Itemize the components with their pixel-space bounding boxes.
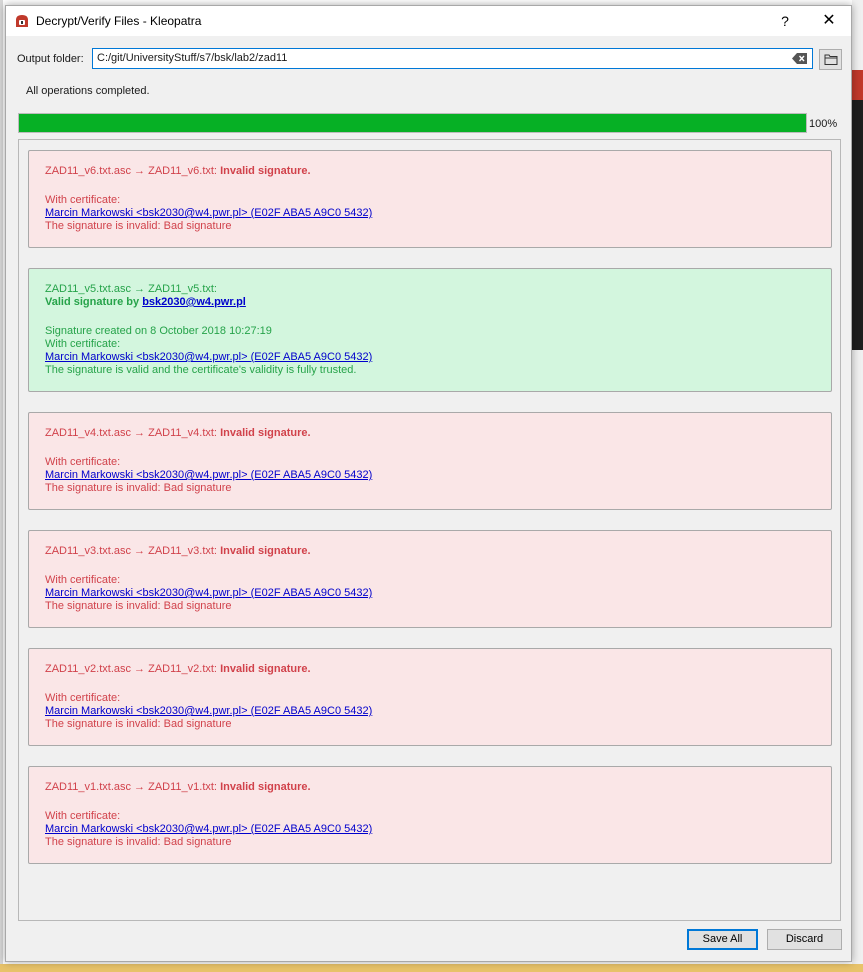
certificate-link[interactable]: Marcin Markowski <bsk2030@w4.pwr.pl> (E0… bbox=[45, 823, 372, 835]
output-folder-label: Output folder: bbox=[17, 53, 84, 65]
result-card-valid: ZAD11_v5.txt.asc → ZAD11_v5.txt: Valid s… bbox=[28, 268, 832, 392]
status-text: All operations completed. bbox=[26, 85, 150, 97]
decrypt-verify-dialog: Decrypt/Verify Files - Kleopatra ? ✕ Out… bbox=[5, 5, 852, 962]
result-headline: Invalid signature. bbox=[220, 165, 311, 177]
certificate-link[interactable]: Marcin Markowski <bsk2030@w4.pwr.pl> (E0… bbox=[45, 705, 372, 717]
window-title: Decrypt/Verify Files - Kleopatra bbox=[36, 14, 202, 28]
background-window-accent bbox=[852, 70, 863, 100]
signer-link[interactable]: bsk2030@w4.pwr.pl bbox=[142, 296, 246, 308]
background-window-left bbox=[0, 0, 3, 972]
with-certificate-label: With certificate: bbox=[45, 810, 121, 822]
certificate-link[interactable]: Marcin Markowski <bsk2030@w4.pwr.pl> (E0… bbox=[45, 469, 372, 481]
with-certificate-label: With certificate: bbox=[45, 338, 121, 350]
result-files: ZAD11_v3.txt.asc → ZAD11_v3.txt: bbox=[45, 545, 217, 557]
background-terminal bbox=[852, 100, 863, 350]
result-line: ZAD11_v4.txt.asc → ZAD11_v4.txt: Invalid… bbox=[45, 427, 815, 440]
discard-button[interactable]: Discard bbox=[767, 929, 842, 950]
title-bar[interactable]: Decrypt/Verify Files - Kleopatra ? ✕ bbox=[6, 6, 851, 36]
with-certificate-label: With certificate: bbox=[45, 692, 121, 704]
result-card-invalid: ZAD11_v1.txt.asc → ZAD11_v1.txt: Invalid… bbox=[28, 766, 832, 864]
output-folder-input[interactable]: C:/git/UniversityStuff/s7/bsk/lab2/zad11 bbox=[92, 48, 813, 69]
certificate-link[interactable]: Marcin Markowski <bsk2030@w4.pwr.pl> (E0… bbox=[45, 351, 372, 363]
result-line: ZAD11_v3.txt.asc → ZAD11_v3.txt: Invalid… bbox=[45, 545, 815, 558]
results-list[interactable]: ZAD11_v6.txt.asc → ZAD11_v6.txt: Invalid… bbox=[18, 139, 841, 921]
result-card-invalid: ZAD11_v2.txt.asc → ZAD11_v2.txt: Invalid… bbox=[28, 648, 832, 746]
result-detail: The signature is invalid: Bad signature bbox=[45, 836, 232, 848]
with-certificate-label: With certificate: bbox=[45, 574, 121, 586]
help-button[interactable]: ? bbox=[772, 9, 798, 33]
browse-folder-button[interactable] bbox=[819, 49, 842, 70]
result-card-invalid: ZAD11_v6.txt.asc → ZAD11_v6.txt: Invalid… bbox=[28, 150, 832, 248]
output-folder-value: C:/git/UniversityStuff/s7/bsk/lab2/zad11 bbox=[97, 52, 288, 64]
certificate-link[interactable]: Marcin Markowski <bsk2030@w4.pwr.pl> (E0… bbox=[45, 207, 372, 219]
kleopatra-app-icon bbox=[15, 14, 29, 28]
certificate-link[interactable]: Marcin Markowski <bsk2030@w4.pwr.pl> (E0… bbox=[45, 587, 372, 599]
result-detail: The signature is invalid: Bad signature bbox=[45, 220, 232, 232]
clear-text-icon[interactable] bbox=[792, 52, 808, 65]
result-line: ZAD11_v6.txt.asc → ZAD11_v6.txt: Invalid… bbox=[45, 165, 815, 178]
progress-bar-fill bbox=[19, 114, 806, 132]
result-files: ZAD11_v4.txt.asc → ZAD11_v4.txt: bbox=[45, 427, 217, 439]
result-headline: Invalid signature. bbox=[220, 663, 311, 675]
progress-bar bbox=[18, 113, 807, 133]
result-detail: The signature is invalid: Bad signature bbox=[45, 718, 232, 730]
result-detail: The signature is valid and the certifica… bbox=[45, 364, 357, 376]
with-certificate-label: With certificate: bbox=[45, 456, 121, 468]
result-headline: Invalid signature. bbox=[220, 427, 311, 439]
result-detail: The signature is invalid: Bad signature bbox=[45, 600, 232, 612]
result-headline-text: Valid signature by bbox=[45, 296, 140, 308]
folder-icon bbox=[824, 54, 838, 65]
result-files: ZAD11_v5.txt.asc → ZAD11_v5.txt: bbox=[45, 283, 217, 295]
result-detail: The signature is invalid: Bad signature bbox=[45, 482, 232, 494]
signature-created: Signature created on 8 October 2018 10:2… bbox=[45, 325, 272, 337]
result-headline: Invalid signature. bbox=[220, 545, 311, 557]
close-button[interactable]: ✕ bbox=[812, 9, 846, 33]
result-card-invalid: ZAD11_v3.txt.asc → ZAD11_v3.txt: Invalid… bbox=[28, 530, 832, 628]
result-files: ZAD11_v2.txt.asc → ZAD11_v2.txt: bbox=[45, 663, 217, 675]
with-certificate-label: With certificate: bbox=[45, 194, 121, 206]
result-files: ZAD11_v6.txt.asc → ZAD11_v6.txt: bbox=[45, 165, 217, 177]
result-line: ZAD11_v1.txt.asc → ZAD11_v1.txt: Invalid… bbox=[45, 781, 815, 794]
result-headline: Invalid signature. bbox=[220, 781, 311, 793]
result-card-invalid: ZAD11_v4.txt.asc → ZAD11_v4.txt: Invalid… bbox=[28, 412, 832, 510]
save-all-button[interactable]: Save All bbox=[687, 929, 758, 950]
progress-percent: 100% bbox=[809, 118, 838, 130]
result-files: ZAD11_v1.txt.asc → ZAD11_v1.txt: bbox=[45, 781, 217, 793]
background-desktop bbox=[0, 964, 863, 972]
result-line: ZAD11_v2.txt.asc → ZAD11_v2.txt: Invalid… bbox=[45, 663, 815, 676]
result-headline: Valid signature by bsk2030@w4.pwr.pl bbox=[45, 296, 815, 309]
